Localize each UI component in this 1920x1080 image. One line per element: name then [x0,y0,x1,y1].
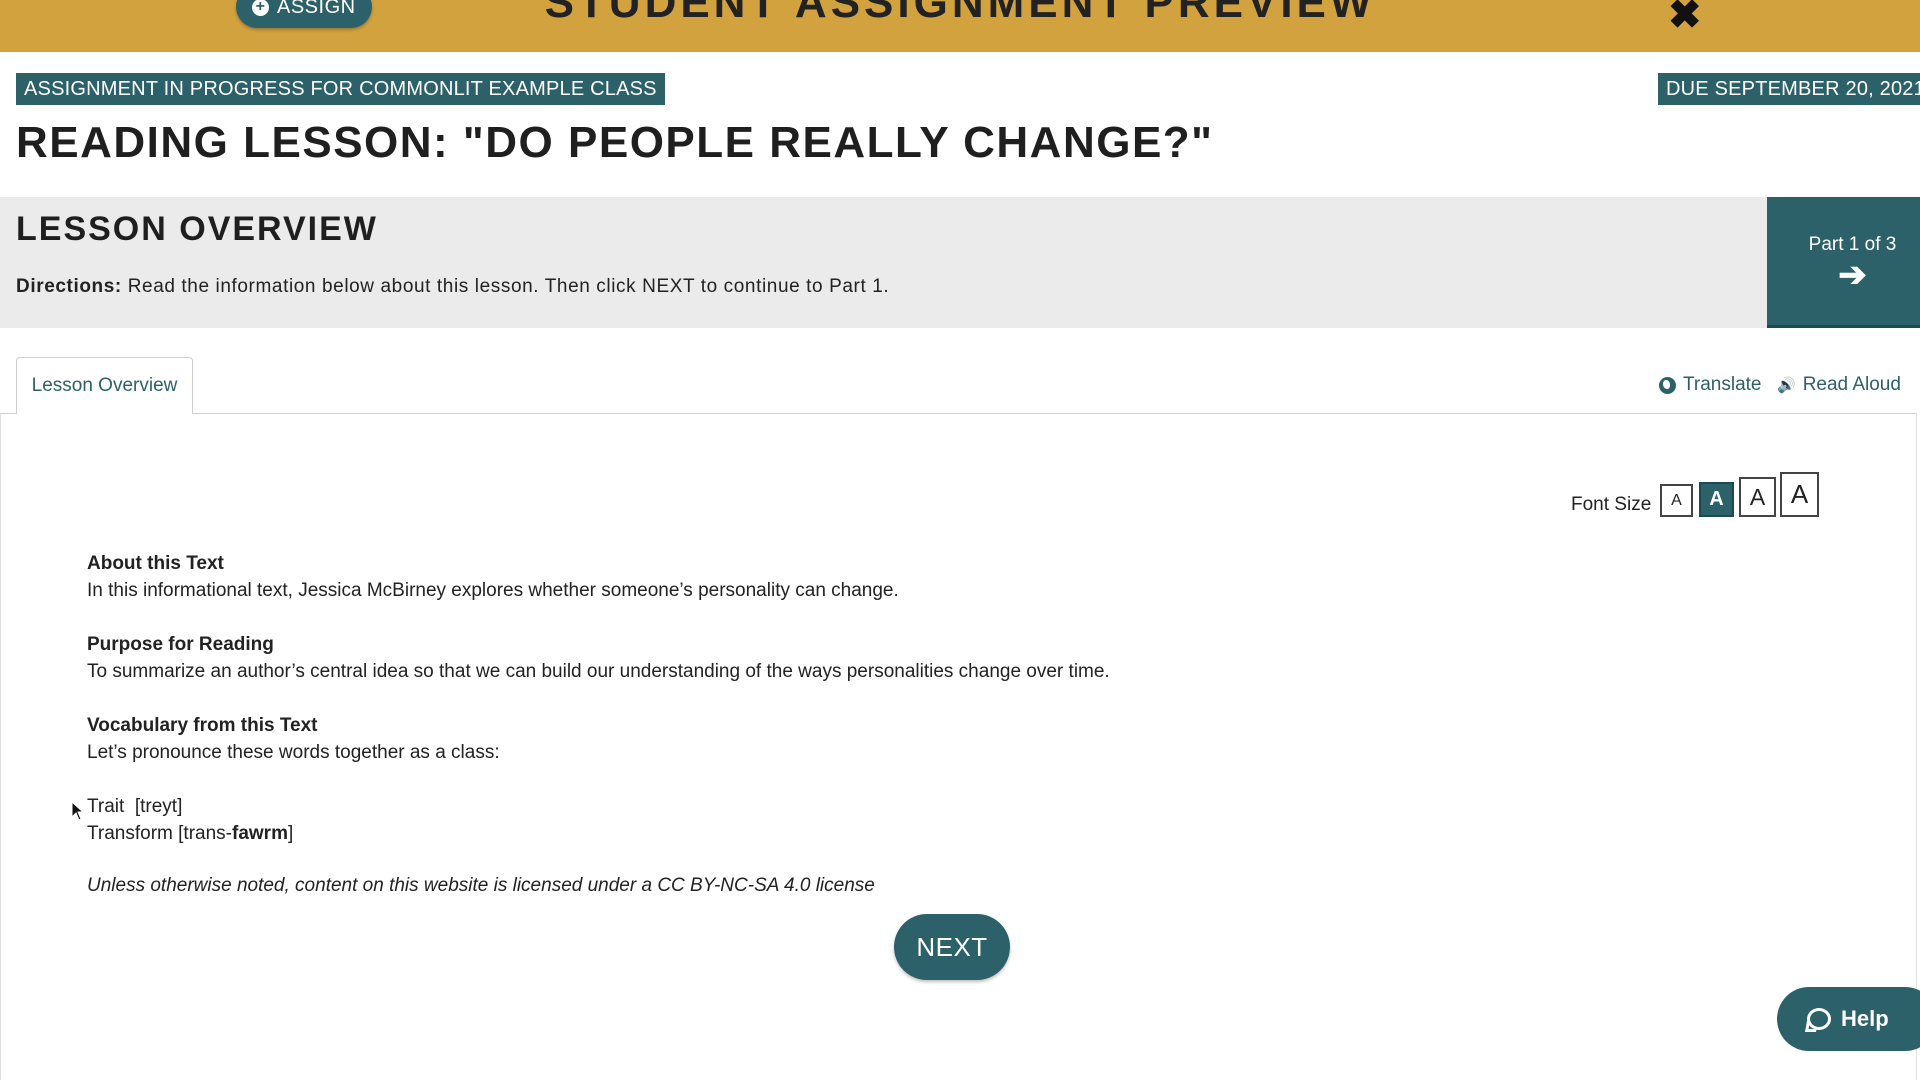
top-banner: + ASSIGN STUDENT ASSIGNMENT PREVIEW ✖ [0,0,1920,52]
due-date-badge: DUE SEPTEMBER 20, 2021 [1658,73,1920,105]
close-icon[interactable]: ✖ [1668,0,1702,38]
font-size-label: Font Size [1571,494,1652,515]
speaker-icon: 🔊 [1777,377,1796,394]
vocabulary-section: Vocabulary from this Text Let’s pronounc… [87,712,1487,766]
lesson-overview-header: LESSON OVERVIEW Directions: Read the inf… [0,197,1767,328]
font-size-large-button[interactable]: A [1739,477,1776,517]
vocabulary-list: Trait [treyt] Transform [trans-fawrm] [87,793,1487,847]
about-section: About this Text In this informational te… [87,550,1487,604]
vocab-word: Transform [87,823,173,844]
arrow-right-icon: ➔ [1838,256,1867,294]
panel-border-right [1916,413,1917,1080]
vocabulary-item: Transform [trans-fawrm] [87,820,1487,847]
help-button[interactable]: Help [1777,987,1920,1051]
vocab-pronunciation-end: ] [287,823,294,844]
tab-divider [0,413,1916,414]
license-notice: Unless otherwise noted, content on this … [87,875,875,896]
section-heading: LESSON OVERVIEW [16,210,378,248]
help-label: Help [1841,1006,1889,1031]
lesson-content: About this Text In this informational te… [87,550,1487,899]
next-part-button[interactable]: Part 1 of 3 ➔ [1767,197,1920,328]
vocabulary-heading: Vocabulary from this Text [87,715,318,736]
vocabulary-item: Trait [treyt] [87,793,1487,820]
chat-bubble-icon [1807,1008,1831,1030]
translate-button[interactable]: Translate [1659,374,1762,396]
page-title: READING LESSON: "DO PEOPLE REALLY CHANGE… [16,118,1214,167]
about-text: In this informational text, Jessica McBi… [87,580,899,601]
purpose-text: To summarize an author’s central idea so… [87,661,1110,682]
directions-label: Directions: [16,276,122,297]
directions: Directions: Read the information below a… [16,276,889,298]
tab-label: Lesson Overview [31,375,178,396]
font-size-medium-button[interactable]: A [1699,482,1734,517]
mouse-cursor-icon [71,801,85,821]
purpose-section: Purpose for Reading To summarize an auth… [87,631,1487,685]
vocab-pronunciation-end: ] [177,796,183,817]
font-size-small-button[interactable]: A [1660,484,1693,517]
vocab-pronunciation: [trans- [172,823,232,844]
about-heading: About this Text [87,553,224,574]
vocab-stress: fawrm [232,823,288,844]
panel-border-left [0,413,1,1080]
next-button[interactable]: NEXT [894,914,1010,980]
assignment-status-badge: ASSIGNMENT IN PROGRESS FOR COMMONLIT EXA… [16,73,665,105]
preview-title: STUDENT ASSIGNMENT PREVIEW [544,0,1376,27]
translate-label: Translate [1683,374,1762,395]
read-aloud-label: Read Aloud [1802,374,1901,395]
vocabulary-intro: Let’s pronounce these words together as … [87,742,500,763]
vocab-pronunciation: [treyt [124,796,178,817]
font-size-xlarge-button[interactable]: A [1780,472,1819,517]
purpose-heading: Purpose for Reading [87,634,274,655]
directions-text: Read the information below about this le… [121,276,890,297]
read-aloud-button[interactable]: 🔊 Read Aloud [1777,374,1901,396]
vocab-word: Trait [87,796,125,817]
tab-lesson-overview[interactable]: Lesson Overview [16,357,193,414]
globe-icon [1659,376,1676,394]
part-indicator: Part 1 of 3 [1808,234,1897,255]
